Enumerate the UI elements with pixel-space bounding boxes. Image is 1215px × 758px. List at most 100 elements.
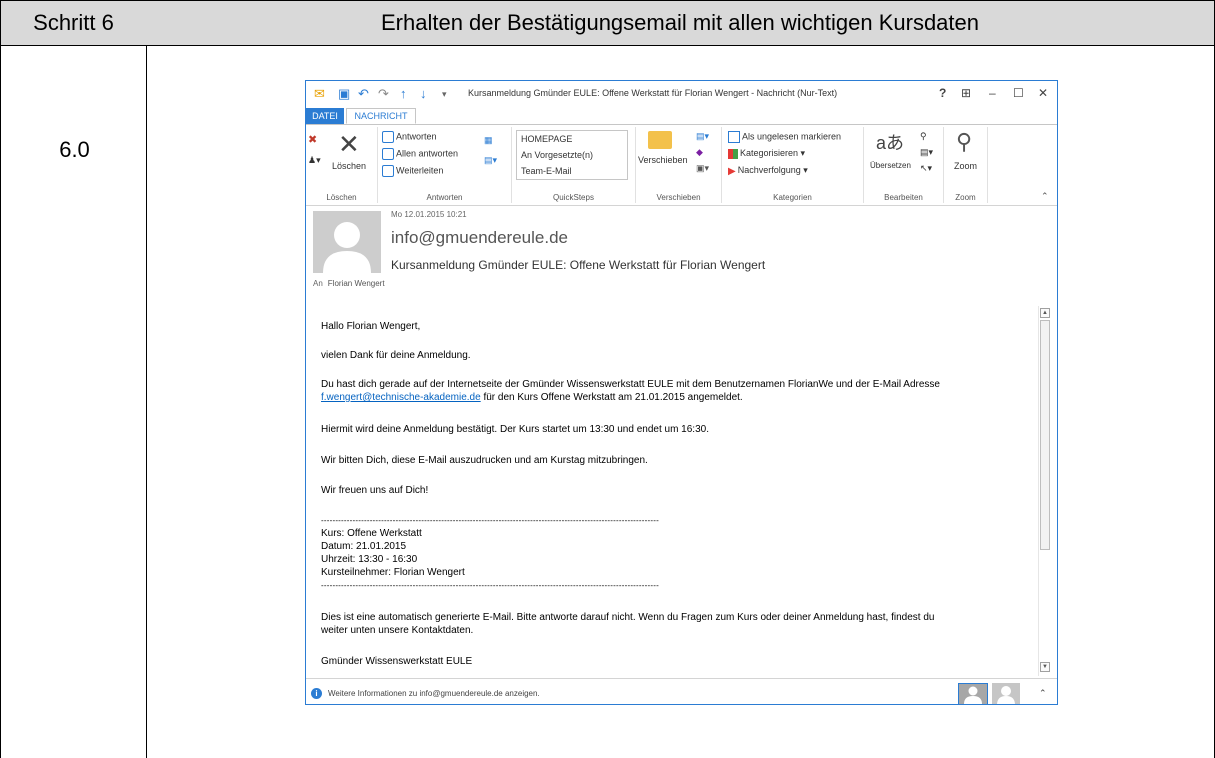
title-bar: ✉ ▣ ↶ ↷ ↑ ↓ ▾ Kursanmeldung Gmünder EULE…	[306, 81, 1057, 107]
move-button[interactable]: Verschieben	[638, 155, 688, 165]
save-icon[interactable]: ▣	[338, 86, 350, 102]
redo-icon[interactable]: ↷	[378, 86, 389, 102]
related-icon[interactable]: ▤▾	[920, 147, 933, 158]
expand-people-pane-icon[interactable]: ⌃	[1039, 688, 1047, 699]
more-info-link[interactable]: Weitere Informationen zu info@gmuendereu…	[328, 689, 540, 698]
ignore-icon[interactable]: ✖	[308, 133, 317, 146]
ribbon: ✖ ♟▾ ✕ Löschen Löschen Antworten Allen a…	[306, 125, 1057, 206]
forward-icon	[382, 165, 394, 177]
reply-icon	[382, 131, 394, 143]
reply-button[interactable]: Antworten	[382, 131, 437, 143]
scroll-down-icon[interactable]: ▼	[1040, 662, 1050, 672]
onenote-icon[interactable]: ◆	[696, 147, 703, 158]
sender-avatar	[313, 211, 381, 273]
step-number-cell: 6.0	[0, 45, 147, 758]
registration-line-2-rest: für den Kurs Offene Werkstatt am 21.01.2…	[480, 392, 743, 403]
categorize-label: Kategorisieren	[740, 148, 799, 158]
recipient-name[interactable]: Florian Wengert	[328, 279, 385, 288]
scroll-thumb[interactable]	[1040, 320, 1050, 550]
find-icon[interactable]: ⚲	[920, 131, 927, 142]
course-line: Kurs: Offene Werkstatt	[321, 528, 422, 539]
respond-group: Antworten Allen antworten Weiterleiten ▦…	[378, 127, 512, 203]
quicksteps-gallery: HOMEPAGE An Vorgesetzte(n) Team-E-Mail	[516, 130, 628, 180]
followup-label: Nachverfolgung	[737, 165, 801, 175]
more-respond-icon[interactable]: ▤▾	[484, 155, 497, 166]
translate-icon[interactable]: aあ	[876, 129, 904, 155]
delete-icon[interactable]: ✕	[338, 129, 360, 160]
people-pane-avatar-selected[interactable]	[958, 683, 988, 704]
quickstep-homepage[interactable]: HOMEPAGE	[517, 131, 627, 147]
actions-icon[interactable]: ▣▾	[696, 163, 709, 174]
zoom-button[interactable]: Zoom	[954, 161, 977, 171]
mark-unread-label: Als ungelesen markieren	[742, 131, 842, 142]
rules-icon[interactable]: ▤▾	[696, 131, 709, 142]
minimize-icon[interactable]: –	[989, 86, 996, 100]
message-header: Mo 12.01.2015 10:21 info@gmuendereule.de…	[306, 206, 1057, 296]
maximize-icon[interactable]: ☐	[1013, 86, 1024, 100]
forward-label: Weiterleiten	[396, 165, 444, 176]
info-icon: i	[311, 688, 322, 699]
meeting-icon[interactable]: ▦	[484, 135, 493, 146]
look-forward-line: Wir freuen uns auf Dich!	[321, 485, 429, 496]
move-group-label: Verschieben	[656, 193, 701, 202]
collapse-ribbon-icon[interactable]: ⌃	[1041, 191, 1049, 202]
scroll-up-icon[interactable]: ▲	[1040, 308, 1050, 318]
people-pane-bar: i Weitere Informationen zu info@gmuender…	[306, 678, 1057, 704]
undo-icon[interactable]: ↶	[358, 86, 369, 102]
sender-address[interactable]: info@gmuendereule.de	[391, 228, 568, 248]
respond-group-label: Antworten	[426, 193, 463, 202]
person-icon	[964, 686, 982, 704]
zoom-icon[interactable]: ⚲	[956, 129, 972, 155]
mark-unread-button[interactable]: Als ungelesen markieren	[728, 131, 841, 143]
participant-line: Kursteilnehmer: Florian Wengert	[321, 567, 465, 578]
step-label-cell: Schritt 6	[0, 0, 147, 46]
person-icon	[997, 686, 1015, 704]
forward-button[interactable]: Weiterleiten	[382, 165, 443, 177]
reply-all-label: Allen antworten	[396, 148, 459, 159]
editing-group-label: Bearbeiten	[884, 193, 923, 202]
zoom-group: ⚲ Zoom Zoom	[944, 127, 988, 203]
course-time-line: Uhrzeit: 13:30 - 16:30	[321, 554, 418, 565]
delete-button[interactable]: Löschen	[332, 161, 366, 171]
people-pane-avatar[interactable]	[992, 683, 1020, 704]
step-label: Schritt 6	[33, 10, 114, 35]
select-icon[interactable]: ↖▾	[920, 163, 932, 174]
tab-message[interactable]: NACHRICHT	[346, 108, 416, 124]
reply-all-button[interactable]: Allen antworten	[382, 148, 458, 160]
translate-button[interactable]: Übersetzen	[870, 161, 911, 170]
separator-top: ----------------------------------------…	[321, 516, 659, 525]
email-link[interactable]: f.wengert@technische-akademie.de	[321, 392, 481, 403]
categorize-button[interactable]: Kategorisieren ▾	[728, 148, 805, 159]
to-label: An	[313, 279, 323, 288]
mail-icon: ✉	[314, 86, 325, 101]
next-item-icon[interactable]: ↓	[420, 86, 427, 101]
move-folder-icon[interactable]	[648, 131, 672, 149]
registration-line-1: Du hast dich gerade auf der Internetseit…	[321, 379, 940, 390]
window-title: Kursanmeldung Gmünder EULE: Offene Werks…	[468, 88, 838, 98]
unread-icon	[728, 131, 740, 143]
tab-file[interactable]: DATEI	[306, 108, 344, 124]
close-icon[interactable]: ✕	[1038, 86, 1048, 100]
message-body[interactable]: Hallo Florian Wengert, vielen Dank für d…	[306, 306, 1036, 676]
followup-button[interactable]: ▶ Nachverfolgung ▾	[728, 165, 808, 177]
customize-toolbar-icon[interactable]: ▾	[442, 89, 447, 100]
message-date: Mo 12.01.2015 10:21	[391, 210, 467, 219]
signature: Gmünder Wissenswerkstatt EULE	[321, 656, 473, 667]
quickstep-manager[interactable]: An Vorgesetzte(n)	[517, 147, 627, 163]
ribbon-display-icon[interactable]: ⊞	[961, 86, 971, 100]
vertical-scrollbar[interactable]: ▲ ▼	[1038, 306, 1051, 676]
auto-notice-line-2: weiter unten unsere Kontaktdaten.	[321, 625, 474, 636]
quicksteps-group: HOMEPAGE An Vorgesetzte(n) Team-E-Mail Q…	[512, 127, 636, 203]
reply-label: Antworten	[396, 131, 437, 142]
quicksteps-group-label: QuickSteps	[553, 193, 594, 202]
editing-group: aあ Übersetzen ⚲ ▤▾ ↖▾ Bearbeiten	[864, 127, 944, 203]
delete-group-label: Löschen	[326, 193, 357, 202]
previous-item-icon[interactable]: ↑	[400, 86, 407, 101]
junk-icon[interactable]: ♟▾	[308, 155, 321, 166]
move-group: Verschieben ▤▾ ◆ ▣▾ Verschieben	[636, 127, 722, 203]
thanks-line: vielen Dank für deine Anmeldung.	[321, 350, 471, 361]
greeting: Hallo Florian Wengert,	[321, 321, 421, 332]
quickstep-team-email[interactable]: Team-E-Mail	[517, 163, 627, 179]
help-icon[interactable]: ?	[939, 86, 946, 100]
zoom-group-label: Zoom	[955, 193, 976, 202]
